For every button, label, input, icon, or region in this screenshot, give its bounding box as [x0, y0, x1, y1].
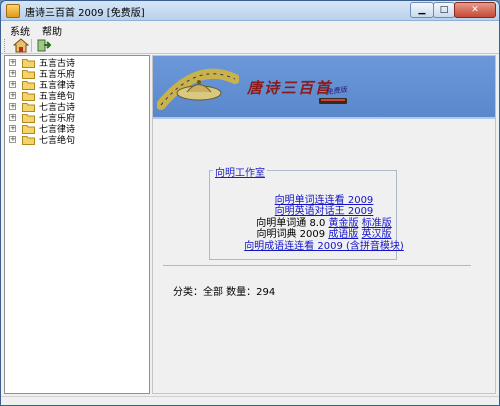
folder-icon	[22, 125, 35, 134]
divider	[163, 265, 471, 266]
folder-icon	[22, 136, 35, 145]
banner-title: 唐诗三百首	[247, 79, 333, 97]
minimize-button[interactable]: ▁	[410, 2, 434, 18]
exit-button[interactable]	[36, 38, 52, 53]
expand-icon[interactable]: +	[9, 70, 16, 77]
folder-icon	[22, 70, 35, 79]
toolbar	[1, 37, 499, 54]
home-icon	[12, 38, 30, 53]
folder-icon	[22, 114, 35, 123]
expand-icon[interactable]: +	[9, 136, 16, 143]
minimize-icon: ▁	[418, 5, 426, 15]
menu-bar: 系统 帮助	[1, 22, 499, 38]
window-title: 唐诗三百首 2009 [免费版]	[25, 8, 145, 19]
category-count-text: 分类：全部 数量：294	[173, 287, 276, 298]
banner: 唐诗三百首 免费版	[153, 56, 495, 119]
exit-icon	[37, 39, 52, 52]
maximize-button[interactable]: □	[433, 2, 455, 18]
menu-help[interactable]: 帮助	[42, 23, 62, 38]
app-icon	[6, 4, 20, 18]
ink-stick-icon	[319, 98, 347, 104]
home-button[interactable]	[12, 38, 30, 53]
title-bar[interactable]: 唐诗三百首 2009 [免费版] ▁ □ ✕	[1, 1, 499, 21]
studio-line-5: 向明成语连连看 2009 (含拼音模块)	[153, 237, 495, 252]
category-tree[interactable]: + 五言古诗 + 五言乐府 + 五言律诗 + 五言绝句 + 七言古诗 + 七言乐…	[4, 55, 150, 394]
folder-icon	[22, 81, 35, 90]
expand-icon[interactable]: +	[9, 59, 16, 66]
banner-tag: 免费版	[325, 85, 348, 97]
scholar-hat-logo	[157, 68, 239, 110]
folder-icon	[22, 103, 35, 112]
content-pane: 唐诗三百首 免费版 向明工作室 向明单词连连看 2009 向明英语对话王 200…	[152, 55, 496, 394]
maximize-icon: □	[439, 5, 449, 15]
menu-system[interactable]: 系统	[10, 23, 30, 38]
expand-icon[interactable]: +	[9, 114, 16, 121]
expand-icon[interactable]: +	[9, 125, 16, 132]
link-idiom-match[interactable]: 向明成语连连看 2009 (含拼音模块)	[244, 241, 404, 252]
expand-icon[interactable]: +	[9, 81, 16, 88]
close-icon: ✕	[471, 5, 479, 15]
studio-title-link[interactable]: 向明工作室	[213, 164, 267, 179]
folder-icon	[22, 92, 35, 101]
close-button[interactable]: ✕	[454, 2, 496, 18]
expand-icon[interactable]: +	[9, 92, 16, 99]
expand-icon[interactable]: +	[9, 103, 16, 110]
tree-item[interactable]: + 七言绝句	[9, 134, 139, 146]
folder-icon	[22, 59, 35, 68]
status-bar	[1, 396, 499, 405]
tree-item-label: 七言绝句	[39, 136, 76, 146]
toolbar-grip[interactable]	[4, 39, 7, 52]
app-window: 唐诗三百首 2009 [免费版] ▁ □ ✕ 系统 帮助 + 五言古诗 + 五言…	[0, 0, 500, 406]
toolbar-separator	[31, 39, 32, 52]
